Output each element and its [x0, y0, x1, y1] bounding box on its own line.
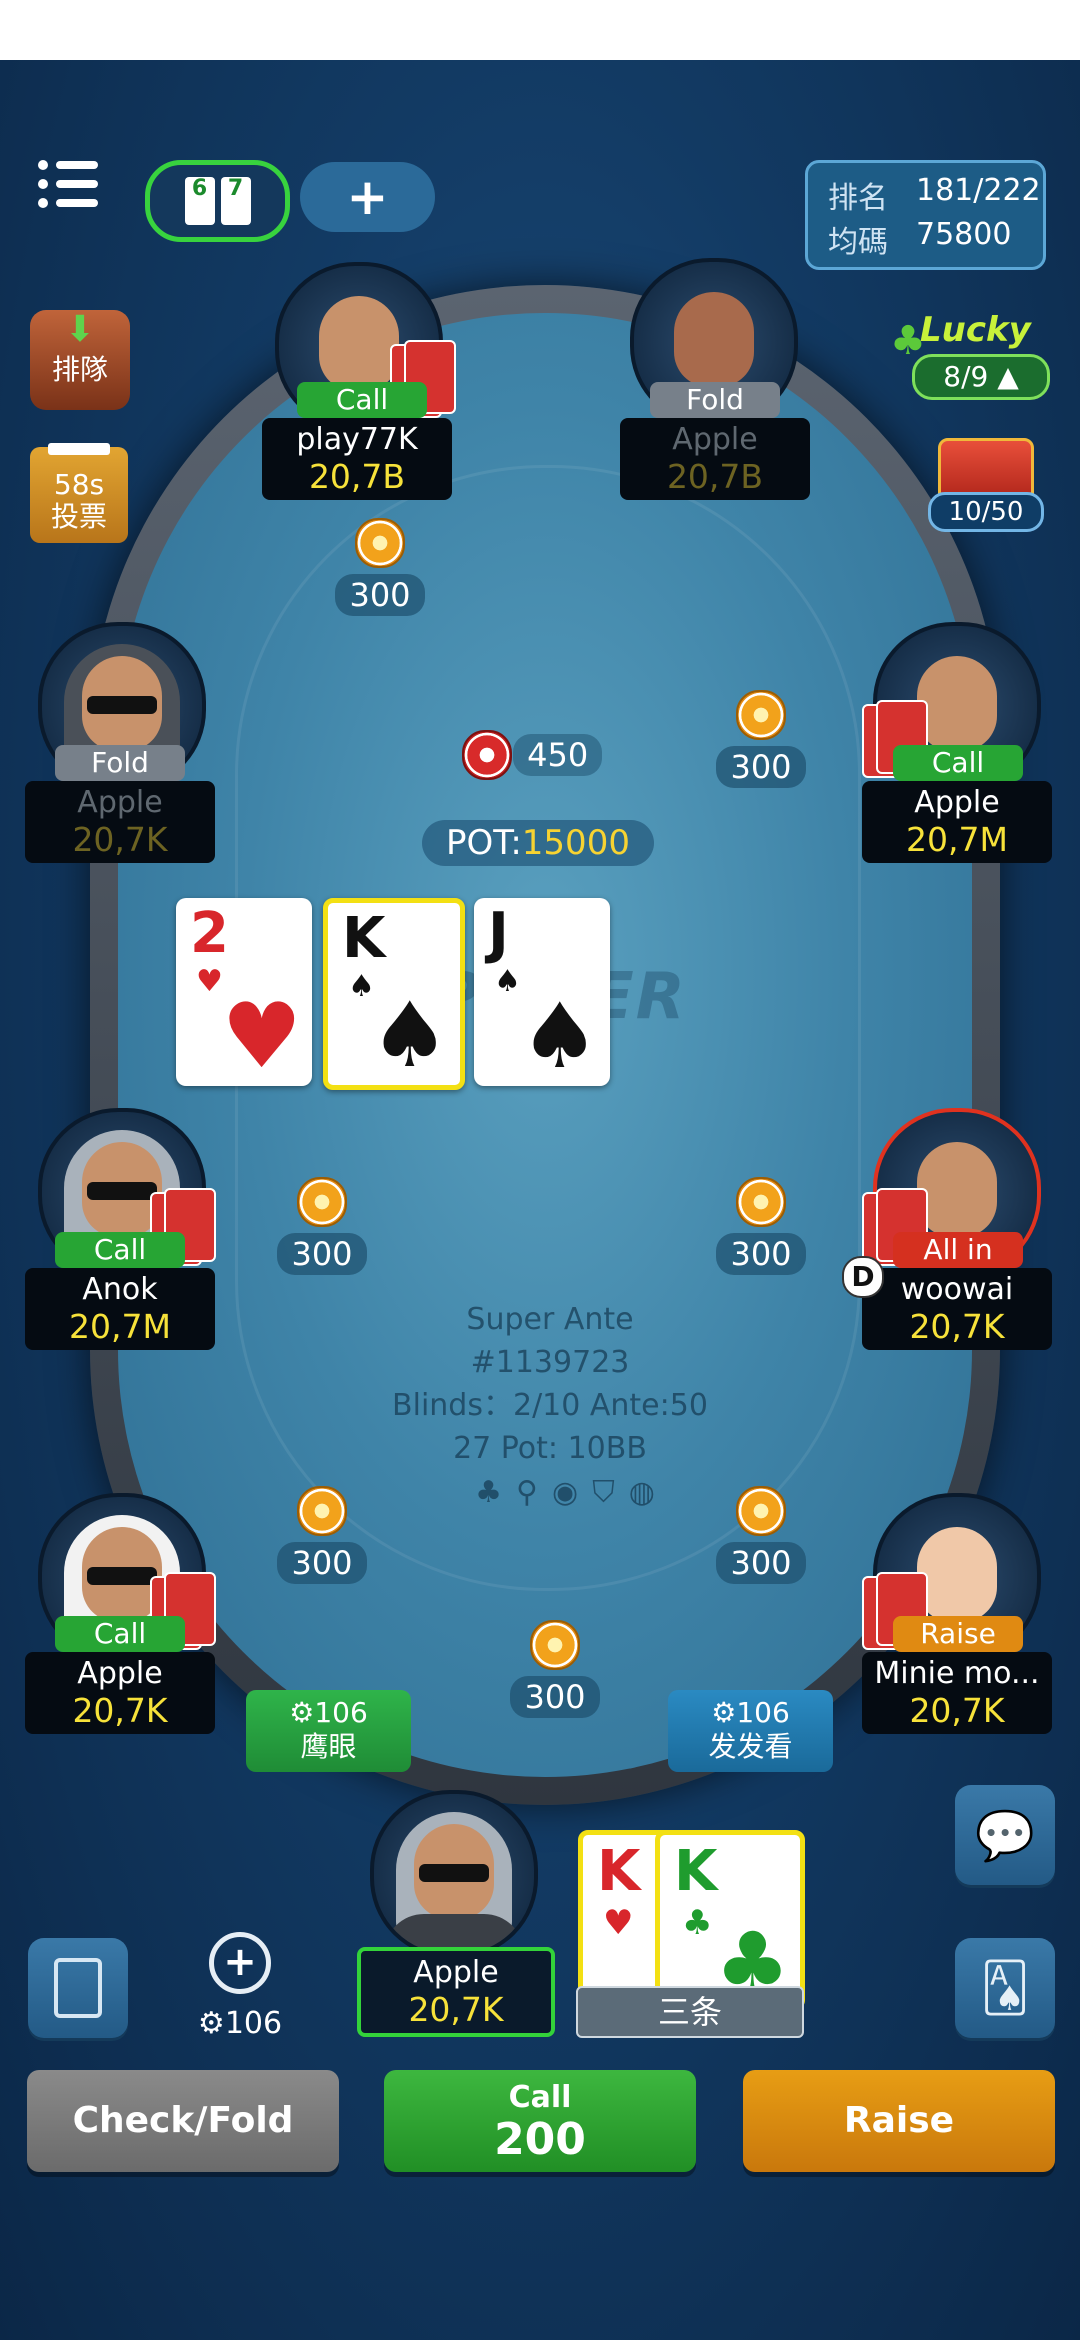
bet-right-upper: 300: [706, 690, 816, 788]
vote-button[interactable]: 58s 投票: [30, 443, 128, 543]
timer-count: 106: [224, 2006, 283, 2041]
seat-left-middle[interactable]: Anok 20,7M: [25, 1268, 215, 1350]
hero-card-2: K ♣ ♣: [655, 1830, 805, 2010]
down-arrow-icon: ⬇: [64, 309, 96, 350]
hawkeye-button[interactable]: ⚙106 鹰眼: [246, 1690, 411, 1772]
check-fold-button[interactable]: Check/Fold: [27, 2070, 339, 2172]
table-info-icons: ♣ ⚲ ◉ ⛉ ◍: [455, 1475, 675, 1510]
seat-top-left[interactable]: play77K 20,7B: [262, 418, 452, 500]
cards-button[interactable]: 🂡: [955, 1938, 1055, 2038]
menu-icon: [38, 160, 48, 170]
stopwatch-icon: +: [209, 1932, 271, 1994]
call-label: Call: [508, 2080, 572, 2115]
status-bar: [0, 0, 1080, 60]
center-bet: 450: [462, 730, 612, 780]
bet-right-lower: 300: [706, 1486, 816, 1584]
seat-left-upper[interactable]: Apple 20,7K: [25, 781, 215, 863]
rank-panel: 排名 181/222 均碼 75800: [805, 160, 1046, 270]
call-amount: 200: [494, 2114, 586, 2165]
dealer-button: D: [842, 1256, 884, 1298]
queue-label: 排隊: [51, 353, 108, 386]
seat-left-lower[interactable]: Apple 20,7K: [25, 1652, 215, 1734]
mini-card-2: 7: [220, 177, 251, 225]
hawkeye-label: 鹰眼: [300, 1730, 357, 1763]
vote-label: 投票: [50, 500, 107, 533]
gear-coin-icon: ⚙: [711, 1696, 737, 1729]
chest-value: 10/50: [928, 492, 1044, 532]
hero-name: Apple: [413, 1955, 499, 1990]
bet-left-lower: 300: [267, 1486, 377, 1584]
location-icon: ⚲: [516, 1475, 538, 1510]
action-tag-right-lower: Raise: [893, 1616, 1023, 1652]
plus-icon: +: [346, 168, 389, 226]
shield-icon: ⛉: [592, 1475, 615, 1510]
community-card-2: K ♠ ♠: [323, 898, 465, 1090]
seat-hero[interactable]: Apple 20,7K: [357, 1947, 555, 2037]
rank-label: 排名: [828, 181, 888, 216]
action-tag-left-lower: Call: [55, 1616, 185, 1652]
run-it-label: 发发看: [708, 1730, 793, 1763]
community-card-1: 2 ♥ ♥: [176, 898, 312, 1086]
action-tag-left-upper: Fold: [55, 745, 185, 781]
pot-value: 15000: [521, 823, 630, 863]
eye-icon: ◉: [552, 1475, 579, 1510]
table-info-id: #1139723: [470, 1345, 630, 1380]
seat-right-middle[interactable]: woowai 20,7K: [862, 1268, 1052, 1350]
seat-top-right[interactable]: Apple 20,7B: [620, 418, 810, 500]
menu-button[interactable]: [38, 160, 100, 210]
table-info-blinds: Blinds：2/10 Ante:50: [392, 1388, 708, 1423]
gear-coin-icon: ⚙: [197, 2006, 225, 2041]
avatar-hero[interactable]: [370, 1790, 538, 1958]
avg-value: 75800: [916, 217, 1012, 252]
seat-right-upper[interactable]: Apple 20,7M: [862, 781, 1052, 863]
run-it-button[interactable]: ⚙106 发发看: [668, 1690, 833, 1772]
action-tag-top-right: Fold: [650, 382, 780, 418]
table-info-pot: 27 Pot: 10BB: [453, 1431, 647, 1466]
chat-icon: 💬: [975, 1807, 1035, 1864]
table-info-game: Super Ante: [466, 1302, 634, 1337]
community-card-3: J ♠ ♠: [474, 898, 610, 1086]
lucky-label: Lucky: [920, 310, 1031, 350]
gear-coin-icon: ⚙: [289, 1696, 315, 1729]
mini-card-1: 6: [184, 177, 215, 225]
action-tag-left-middle: Call: [55, 1232, 185, 1268]
clipboard-icon: [54, 1958, 102, 2018]
vote-timer: 58s: [53, 468, 105, 501]
chest-icon: [938, 438, 1034, 500]
seat-right-lower[interactable]: Minie mo... 20,7K: [862, 1652, 1052, 1734]
pot-display: POT:15000: [422, 820, 654, 866]
globe-icon: ◍: [628, 1475, 655, 1510]
hole-cards-indicator[interactable]: 6 7: [145, 160, 290, 242]
club-icon: ♣: [475, 1475, 503, 1510]
cards-icon: 🂡: [980, 1960, 1030, 2016]
table-info: Super Ante #1139723 Blinds：2/10 Ante:50 …: [340, 1298, 760, 1470]
treasure-chest[interactable]: 10/50: [928, 438, 1044, 532]
pot-label: POT:: [446, 823, 522, 863]
lucky-widget[interactable]: ♣ Lucky 8/9 ▲: [890, 310, 1050, 400]
bet-left-middle: 300: [267, 1177, 377, 1275]
action-tag-top-left: Call: [297, 382, 427, 418]
action-tag-right-upper: Call: [893, 745, 1023, 781]
hand-rank-label: 三条: [576, 1986, 804, 2038]
rank-value: 181/222: [916, 173, 1041, 208]
add-table-button[interactable]: +: [300, 162, 435, 232]
time-bank-button[interactable]: + ⚙106: [195, 1920, 285, 2048]
bet-hero: 300: [500, 1620, 610, 1718]
queue-button[interactable]: ⬇ 排隊: [30, 310, 130, 410]
bet-top-left: 300: [325, 518, 435, 616]
call-button[interactable]: Call 200: [384, 2070, 696, 2172]
hand-history-button[interactable]: [28, 1938, 128, 2038]
raise-button[interactable]: Raise: [743, 2070, 1055, 2172]
chat-button[interactable]: 💬: [955, 1785, 1055, 1885]
action-tag-right-middle: All in: [893, 1232, 1023, 1268]
avg-label: 均碼: [828, 225, 888, 260]
hero-chips: 20,7K: [408, 1990, 504, 2029]
lucky-value: 8/9: [943, 360, 989, 393]
bet-right-middle: 300: [706, 1177, 816, 1275]
